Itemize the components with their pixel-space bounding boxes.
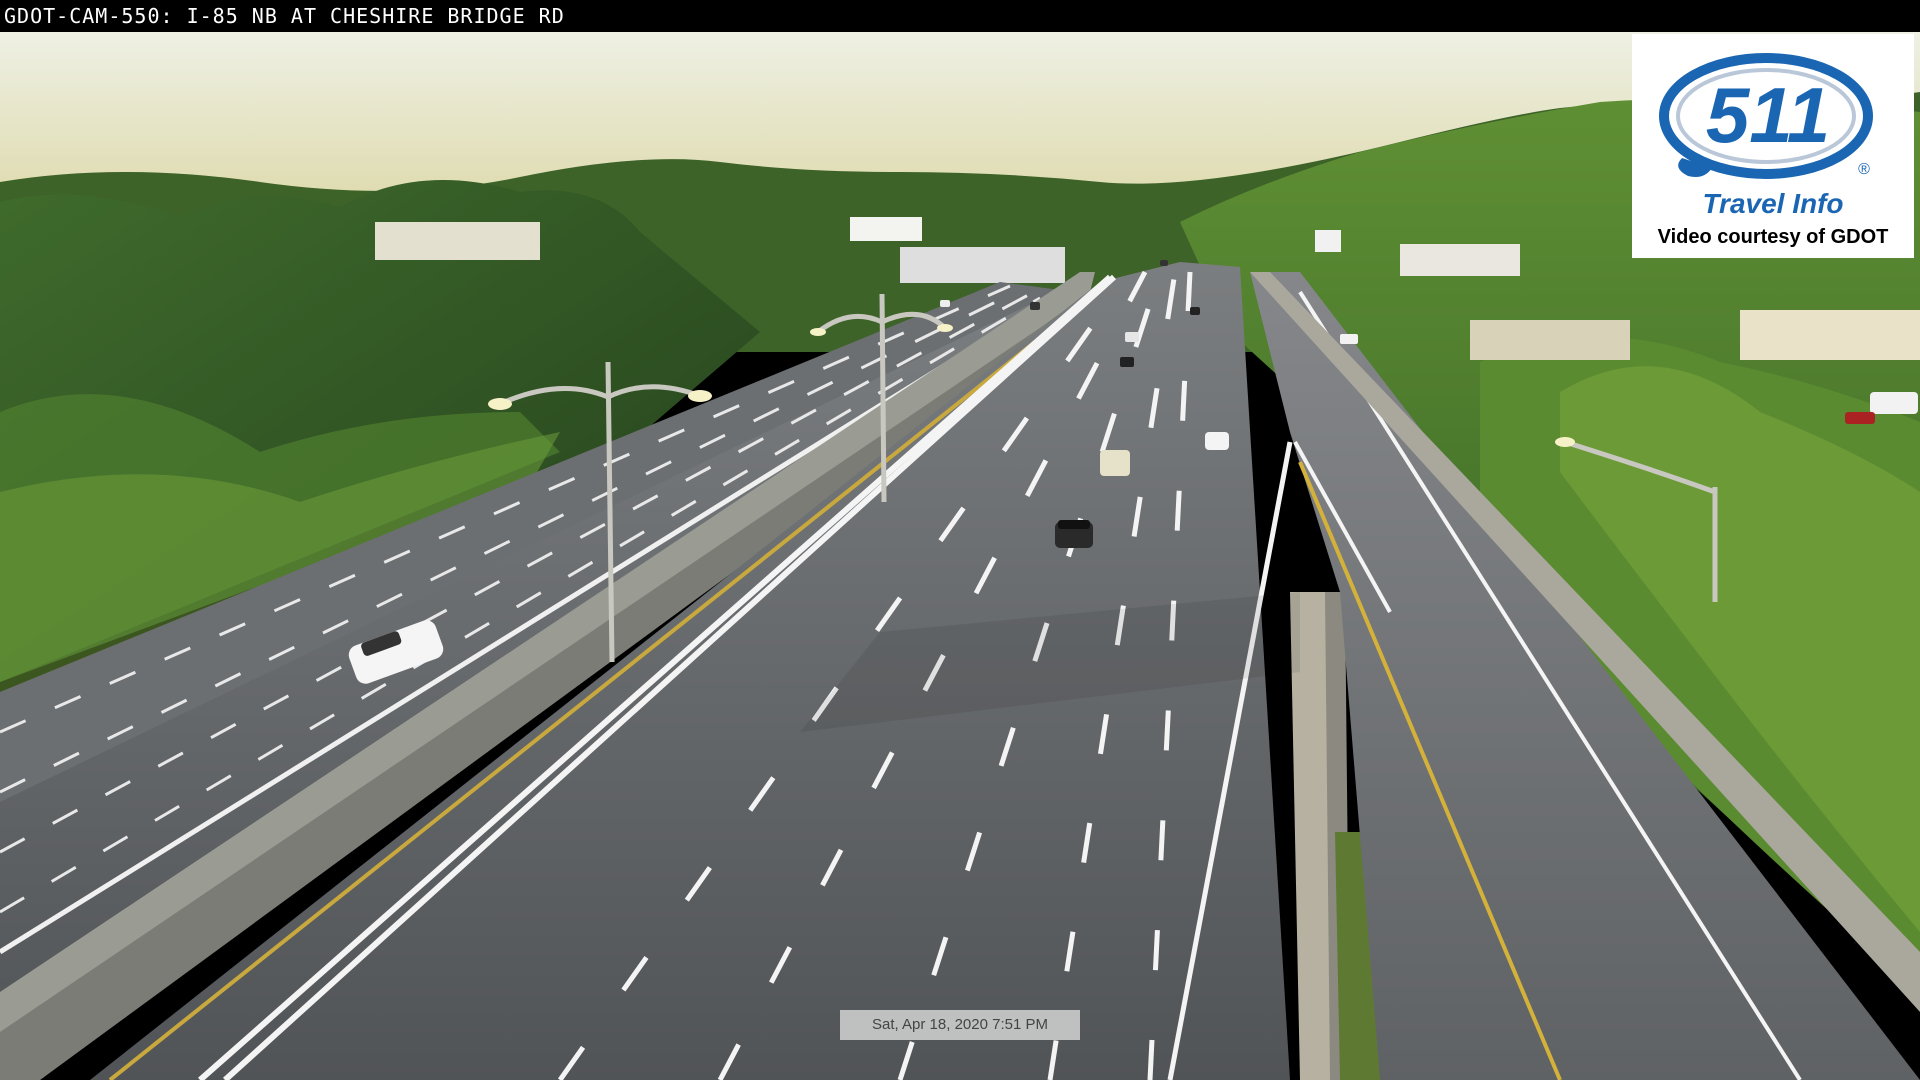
logo-courtesy: Video courtesy of GDOT [1657,226,1889,248]
registered-mark: ® [1858,161,1870,178]
camera-title: GDOT-CAM-550: I-85 NB AT CHESHIRE BRIDGE… [0,0,1920,32]
building-right [1740,310,1920,360]
camera-feed: GDOT-CAM-550: I-85 NB AT CHESHIRE BRIDGE… [0,0,1920,1080]
logo-511: 511 ® Travel Info Video courtesy of GDOT [1632,34,1914,258]
logo-number: 511 [1706,71,1830,159]
van [1100,450,1130,476]
logo-tagline: Travel Info [1702,188,1844,219]
billboard-left [850,217,922,241]
billboard-right [1400,244,1520,276]
overhead-sign [900,247,1065,283]
building-left [375,222,540,260]
phone-swoosh-icon: 511 ® [1659,53,1873,179]
timestamp: Sat, Apr 18, 2020 7:51 PM [840,1010,1080,1040]
